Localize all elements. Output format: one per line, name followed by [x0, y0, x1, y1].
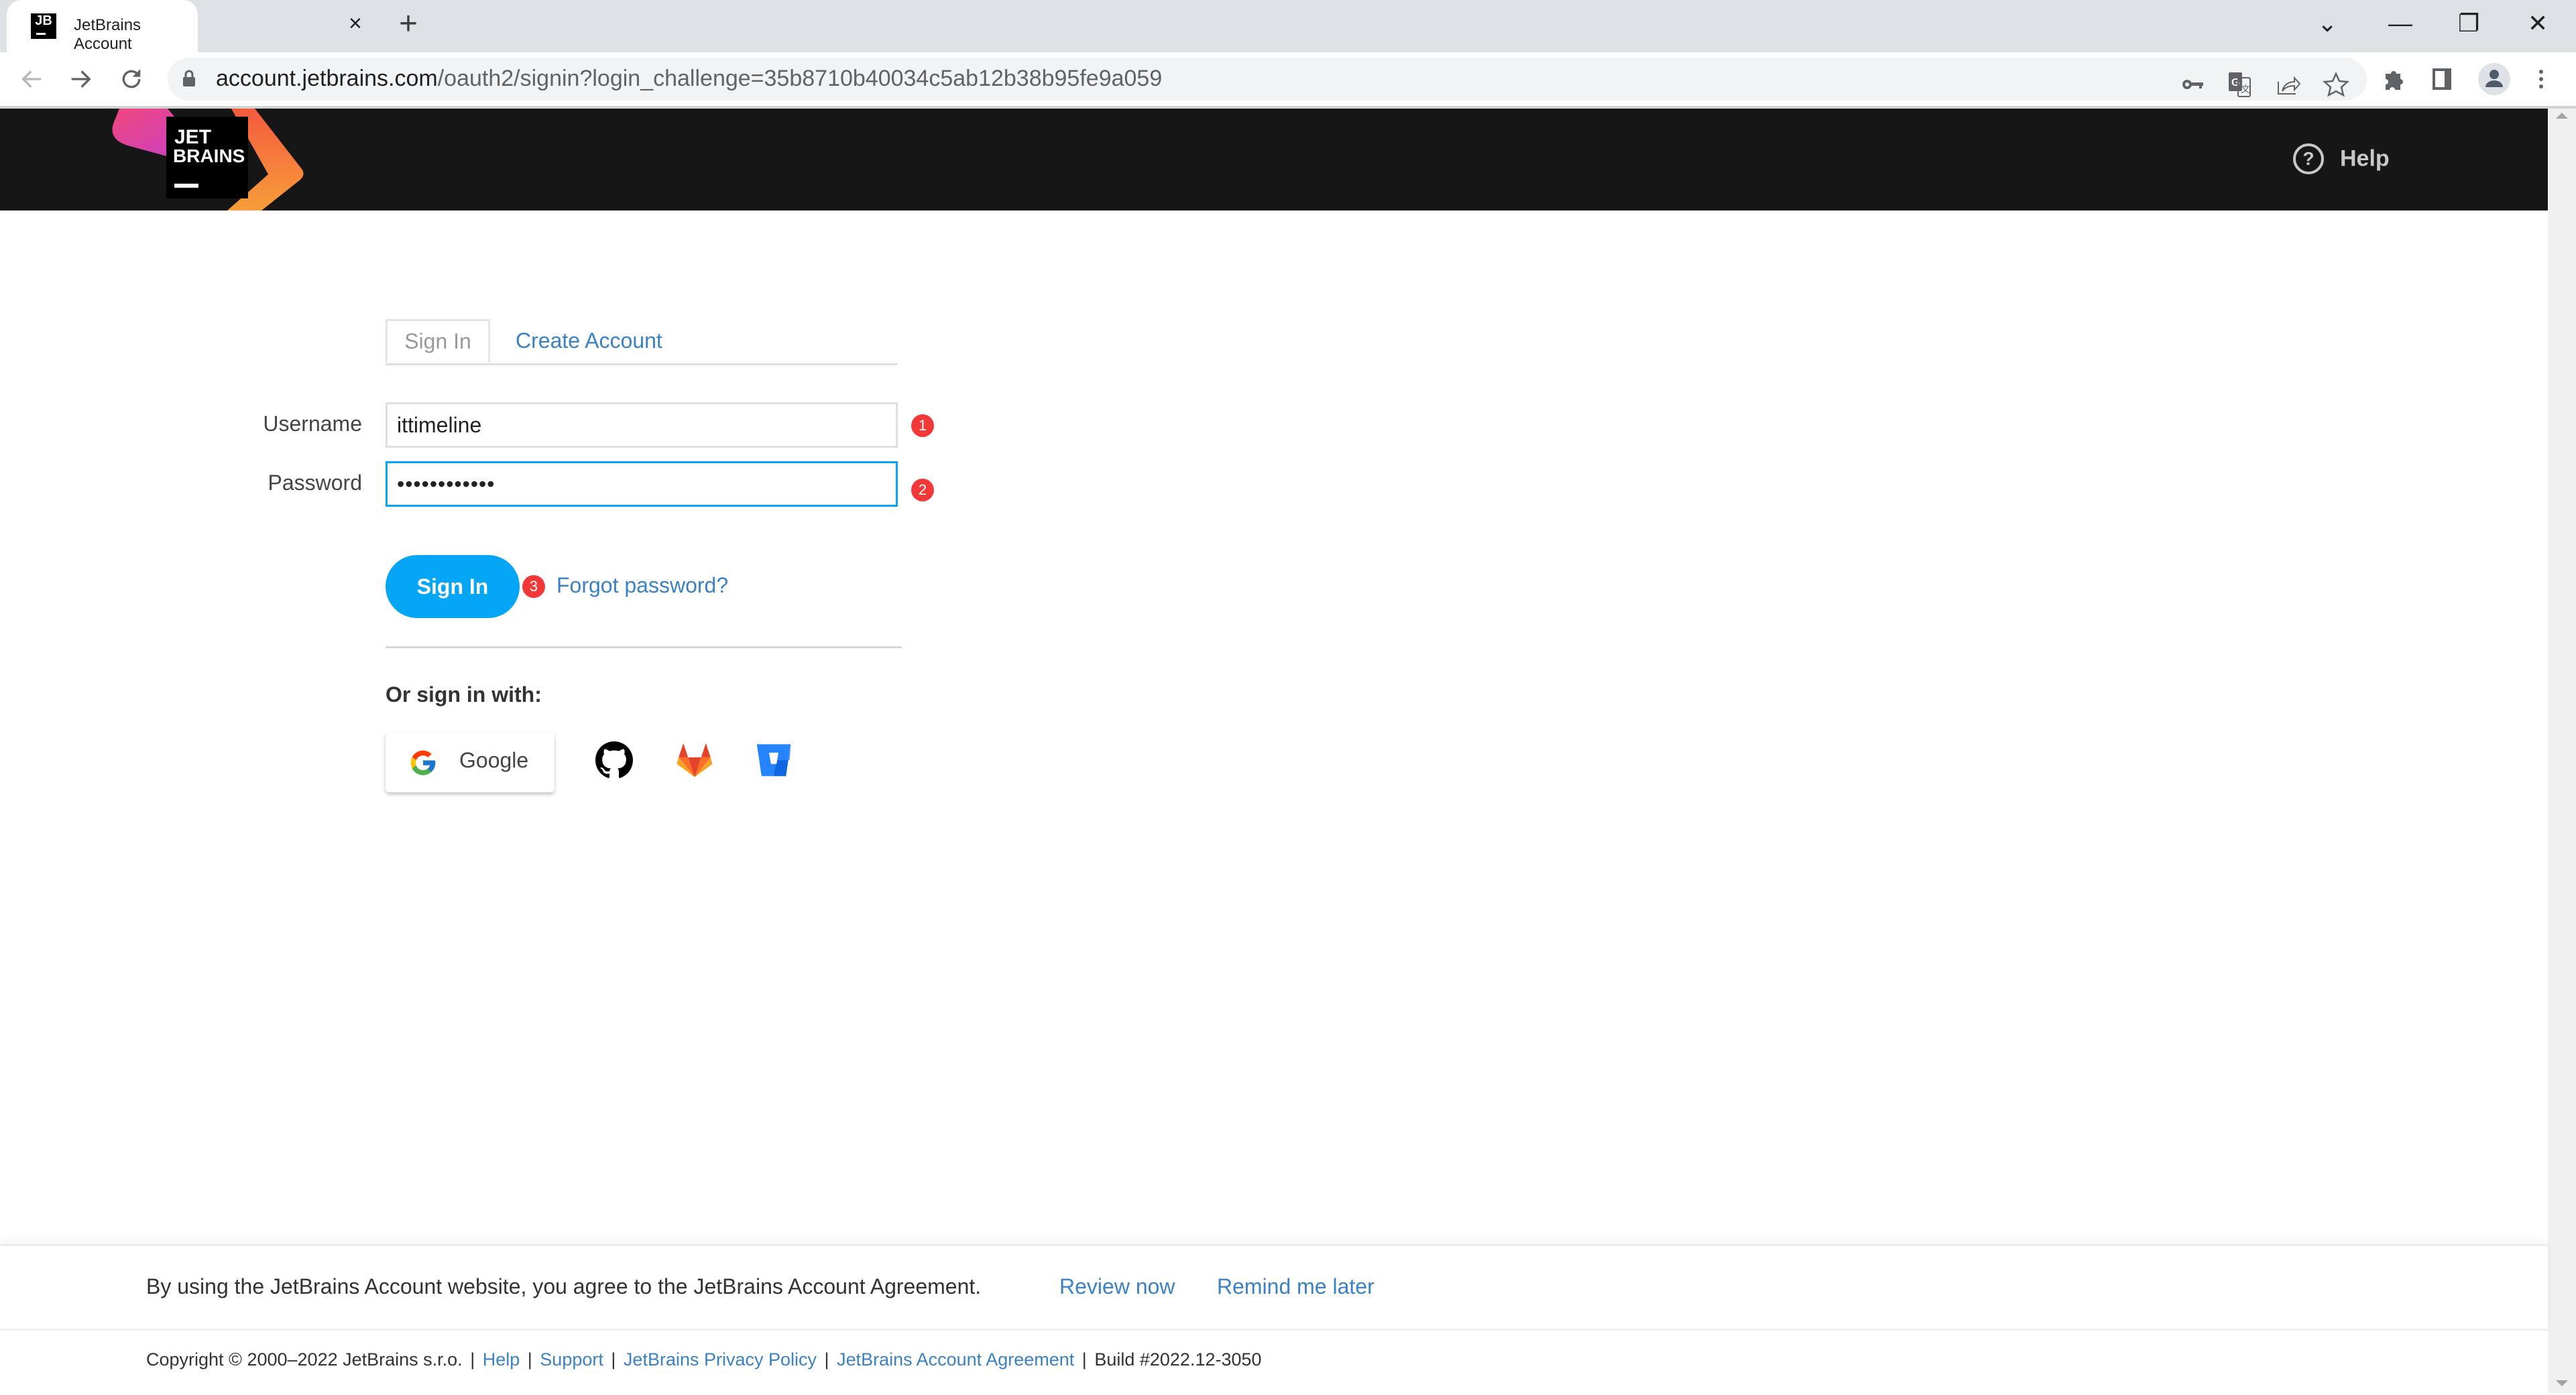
scroll-down-arrow-icon[interactable] — [2556, 1380, 2568, 1386]
forward-icon[interactable] — [67, 66, 94, 93]
agreement-text: By using the JetBrains Account website, … — [146, 1274, 982, 1298]
logo-text-brains: BRAINS — [173, 145, 245, 166]
menu-icon[interactable] — [2528, 66, 2555, 93]
extensions-icon[interactable] — [2380, 66, 2407, 93]
tab-title: JetBrains Account — [74, 16, 141, 53]
tab-search-icon[interactable]: ⌄ — [2317, 9, 2337, 38]
footer-link-support[interactable]: Support — [540, 1349, 603, 1370]
new-tab-button[interactable]: + — [399, 8, 418, 40]
step-badge-1: 1 — [911, 414, 934, 437]
footer-link-account-agreement[interactable]: JetBrains Account Agreement — [837, 1349, 1074, 1370]
url-path: /oauth2/signin?login_challenge=35b8710b4… — [437, 66, 1163, 91]
separator: | — [611, 1349, 616, 1370]
jetbrains-logo[interactable]: JET BRAINS — [101, 109, 315, 210]
vertical-scrollbar[interactable] — [2548, 109, 2576, 1393]
password-label: Password — [268, 471, 363, 495]
separator: | — [824, 1349, 829, 1370]
side-panel-icon[interactable] — [2428, 66, 2455, 93]
password-input[interactable]: •••••••••••• — [386, 461, 898, 507]
sign-in-button[interactable]: Sign In — [386, 555, 520, 618]
reload-icon[interactable] — [118, 66, 145, 93]
tab-create-account[interactable]: Create Account — [516, 328, 662, 353]
step-badge-3: 3 — [522, 575, 545, 598]
url-host: account.jetbrains.com — [216, 66, 438, 91]
username-input[interactable]: ittimeline — [386, 402, 898, 448]
lock-icon[interactable] — [182, 70, 196, 87]
form-divider — [386, 646, 902, 648]
profile-icon[interactable] — [2477, 62, 2512, 97]
close-window-icon[interactable]: ✕ — [2528, 9, 2548, 38]
page-footer: Copyright © 2000–2022 JetBrains s.r.o. |… — [0, 1329, 2548, 1395]
github-icon[interactable] — [595, 741, 633, 779]
jetbrains-favicon-icon: JB — [31, 13, 56, 39]
or-sign-in-with-label: Or sign in with: — [386, 682, 542, 707]
browser-tabstrip: JB JetBrains Account × + ⌄ — ❐ ✕ — [0, 0, 2576, 53]
key-icon[interactable] — [2179, 71, 2206, 98]
back-icon[interactable] — [19, 66, 46, 93]
svg-text:文: 文 — [2241, 84, 2250, 95]
separator: | — [470, 1349, 475, 1370]
close-tab-icon[interactable]: × — [349, 11, 362, 37]
bitbucket-icon[interactable] — [755, 741, 793, 779]
remind-me-later-link[interactable]: Remind me later — [1217, 1274, 1374, 1299]
translate-icon[interactable]: G文 — [2226, 71, 2253, 98]
separator: | — [527, 1349, 532, 1370]
scroll-up-arrow-icon[interactable] — [2556, 113, 2568, 119]
review-now-link[interactable]: Review now — [1059, 1274, 1175, 1299]
minimize-icon[interactable]: — — [2388, 9, 2412, 38]
google-label: Google — [459, 748, 529, 772]
restore-icon[interactable]: ❐ — [2458, 9, 2479, 38]
gitlab-icon[interactable] — [676, 741, 713, 779]
google-sign-in-button[interactable]: Google — [386, 732, 554, 792]
build-number: Build #2022.12-3050 — [1094, 1349, 1262, 1370]
step-badge-2: 2 — [911, 479, 934, 501]
help-circle-icon: ? — [2293, 143, 2324, 174]
footer-link-help[interactable]: Help — [483, 1349, 520, 1370]
footer-line: Copyright © 2000–2022 JetBrains s.r.o. |… — [146, 1349, 1262, 1370]
url-text[interactable]: account.jetbrains.com/oauth2/signin?logi… — [216, 66, 1162, 92]
copyright-text: Copyright © 2000–2022 JetBrains s.r.o. — [146, 1349, 463, 1370]
forgot-password-link[interactable]: Forgot password? — [557, 573, 728, 598]
site-header: JET BRAINS ? Help — [0, 109, 2548, 210]
bookmark-star-icon[interactable] — [2323, 71, 2349, 98]
username-label: Username — [263, 412, 362, 436]
help-link[interactable]: ? Help — [2293, 143, 2390, 174]
separator: | — [1081, 1349, 1087, 1370]
address-bar[interactable]: account.jetbrains.com/oauth2/signin?logi… — [168, 58, 2367, 101]
agreement-banner: By using the JetBrains Account website, … — [0, 1244, 2548, 1331]
share-icon[interactable] — [2274, 71, 2301, 98]
google-icon — [410, 750, 436, 776]
browser-toolbar: account.jetbrains.com/oauth2/signin?logi… — [0, 52, 2576, 107]
auth-tabs: Sign In Create Account — [386, 319, 898, 365]
help-label: Help — [2340, 145, 2390, 172]
tab-sign-in[interactable]: Sign In — [386, 319, 490, 363]
footer-link-privacy-policy[interactable]: JetBrains Privacy Policy — [624, 1349, 817, 1370]
browser-tab[interactable]: JB JetBrains Account × — [7, 0, 362, 53]
